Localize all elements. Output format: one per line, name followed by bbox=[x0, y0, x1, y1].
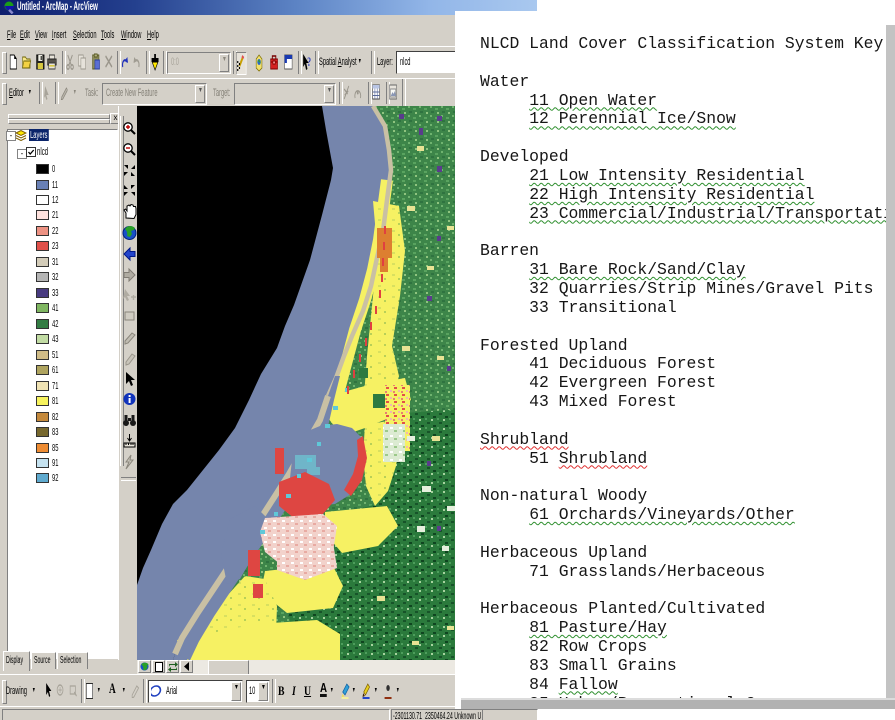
svg-text:?: ? bbox=[307, 56, 311, 69]
